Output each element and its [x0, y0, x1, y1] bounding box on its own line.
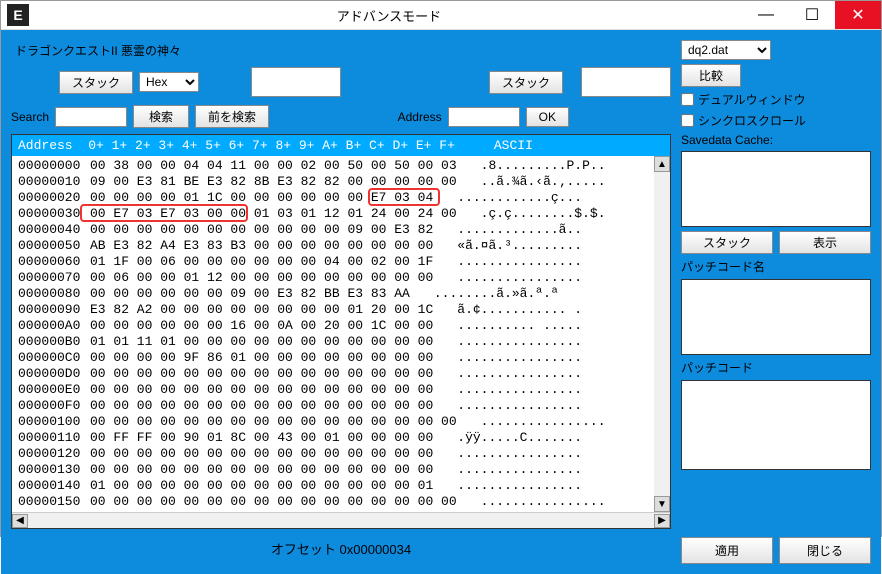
apply-button[interactable]: 適用 — [681, 537, 773, 564]
hex-body[interactable]: 0000000000 38 00 00 04 04 11 00 00 02 00… — [12, 156, 654, 512]
vertical-scrollbar[interactable]: ▲ ▼ — [654, 156, 670, 512]
hex-row[interactable]: 0000001009 00 E3 81 BE E3 82 8B E3 82 82… — [18, 174, 648, 190]
subtitle: ドラゴンクエストII 悪霊の神々 — [11, 40, 671, 61]
hex-row[interactable]: 0000014001 00 00 00 00 00 00 00 00 00 00… — [18, 478, 648, 494]
scroll-left-arrow[interactable]: ◀ — [12, 514, 28, 528]
close-panel-button[interactable]: 閉じる — [779, 537, 871, 564]
search-button[interactable]: 検索 — [133, 105, 189, 128]
scroll-down-arrow[interactable]: ▼ — [654, 496, 670, 512]
hex-editor: Address 0+ 1+ 2+ 3+ 4+ 5+ 6+ 7+ 8+ 9+ A+… — [11, 134, 671, 529]
hex-row[interactable]: 0000015000 00 00 00 00 00 00 00 00 00 00… — [18, 494, 648, 510]
format-select[interactable]: Hex — [139, 72, 199, 92]
hex-row[interactable]: 0000000000 38 00 00 04 04 11 00 00 02 00… — [18, 158, 648, 174]
sync-scroll-checkbox[interactable] — [681, 114, 694, 127]
patch-code-label: パッチコード — [681, 359, 871, 376]
search-label: Search — [11, 110, 49, 124]
hex-header: Address 0+ 1+ 2+ 3+ 4+ 5+ 6+ 7+ 8+ 9+ A+… — [12, 135, 670, 156]
sync-scroll-checkbox-row: シンクロスクロール — [681, 112, 871, 129]
hex-row[interactable]: 000000B001 01 11 01 00 00 00 00 00 00 00… — [18, 334, 648, 350]
hex-row[interactable]: 000000C000 00 00 00 9F 86 01 00 00 00 00… — [18, 350, 648, 366]
bottom-button-row: 適用 閉じる — [681, 537, 871, 564]
hex-row[interactable]: 0000007000 06 00 00 01 12 00 00 00 00 00… — [18, 270, 648, 286]
hex-row[interactable]: 000000A000 00 00 00 00 00 16 00 0A 00 20… — [18, 318, 648, 334]
scroll-right-arrow[interactable]: ▶ — [654, 514, 670, 528]
horizontal-scrollbar[interactable]: ◀ ▶ — [12, 512, 670, 528]
sync-scroll-label: シンクロスクロール — [698, 112, 806, 129]
offset-bar: オフセット 0x00000034 — [11, 533, 671, 564]
scroll-up-arrow[interactable]: ▲ — [654, 156, 670, 172]
hex-row[interactable]: 0000010000 00 00 00 00 00 00 00 00 00 00… — [18, 414, 648, 430]
minimize-button[interactable]: — — [743, 1, 789, 29]
hex-row[interactable]: 000000E000 00 00 00 00 00 00 00 00 00 00… — [18, 382, 648, 398]
close-button[interactable]: ✕ — [835, 1, 881, 29]
hex-row[interactable]: 0000008000 00 00 00 00 00 09 00 E3 82 BB… — [18, 286, 648, 302]
hex-row[interactable]: 00000050AB E3 82 A4 E3 83 B3 00 00 00 00… — [18, 238, 648, 254]
search-prev-button[interactable]: 前を検索 — [195, 105, 269, 128]
hex-row[interactable]: 000000F000 00 00 00 00 00 00 00 00 00 00… — [18, 398, 648, 414]
hex-row[interactable]: 0000002000 00 00 00 01 1C 00 00 00 00 00… — [18, 190, 648, 206]
file-select[interactable]: dq2.dat — [681, 40, 771, 60]
side-button-row: スタック 表示 — [681, 231, 871, 254]
top-controls-row-2: Search 検索 前を検索 Address OK — [11, 105, 671, 128]
address-aux-input[interactable] — [581, 67, 671, 97]
compare-button[interactable]: 比較 — [681, 64, 741, 87]
address-input[interactable] — [448, 107, 520, 127]
stack-button[interactable]: スタック — [59, 71, 133, 94]
hex-row[interactable]: 0000003000 E7 03 E7 03 00 00 01 03 01 12… — [18, 206, 648, 222]
window-title: アドバンスモード — [35, 6, 743, 25]
content: ドラゴンクエストII 悪霊の神々 スタック Hex スタック Search 検索… — [1, 30, 881, 574]
maximize-button[interactable]: ☐ — [789, 1, 835, 29]
address-label: Address — [398, 110, 442, 124]
dual-window-checkbox-row: デュアルウィンドウ — [681, 91, 871, 108]
savedata-cache-textarea[interactable] — [681, 151, 871, 227]
hex-row[interactable]: 000000D000 00 00 00 00 00 00 00 00 00 00… — [18, 366, 648, 382]
address-stack-button[interactable]: スタック — [489, 71, 563, 94]
main-panel: ドラゴンクエストII 悪霊の神々 スタック Hex スタック Search 検索… — [11, 40, 671, 564]
hex-row[interactable]: 0000004000 00 00 00 00 00 00 00 00 00 00… — [18, 222, 648, 238]
hex-row[interactable]: 0000006001 1F 00 06 00 00 00 00 00 00 04… — [18, 254, 648, 270]
dual-window-label: デュアルウィンドウ — [698, 91, 806, 108]
hex-row[interactable]: 0000011000 FF FF 00 90 01 8C 00 43 00 01… — [18, 430, 648, 446]
search-aux-input[interactable] — [251, 67, 341, 97]
window-controls: — ☐ ✕ — [743, 1, 881, 29]
search-input[interactable] — [55, 107, 127, 127]
savedata-cache-label: Savedata Cache: — [681, 133, 871, 147]
hex-row[interactable]: 0000012000 00 00 00 00 00 00 00 00 00 00… — [18, 446, 648, 462]
patch-code-textarea[interactable] — [681, 380, 871, 470]
app-icon: E — [7, 4, 29, 26]
side-stack-button[interactable]: スタック — [681, 231, 773, 254]
top-controls-row-1: スタック Hex スタック — [11, 67, 671, 97]
dual-window-checkbox[interactable] — [681, 93, 694, 106]
hex-row[interactable]: 0000013000 00 00 00 00 00 00 00 00 00 00… — [18, 462, 648, 478]
hex-row[interactable]: 00000090E3 82 A2 00 00 00 00 00 00 00 00… — [18, 302, 648, 318]
patch-name-label: パッチコード名 — [681, 258, 871, 275]
patch-name-textarea[interactable] — [681, 279, 871, 355]
titlebar: E アドバンスモード — ☐ ✕ — [1, 1, 881, 30]
window: E アドバンスモード — ☐ ✕ ドラゴンクエストII 悪霊の神々 スタック H… — [0, 0, 882, 537]
ok-button[interactable]: OK — [526, 107, 569, 127]
show-button[interactable]: 表示 — [779, 231, 871, 254]
side-panel: dq2.dat 比較 デュアルウィンドウ シンクロスクロール Savedata … — [681, 40, 871, 564]
